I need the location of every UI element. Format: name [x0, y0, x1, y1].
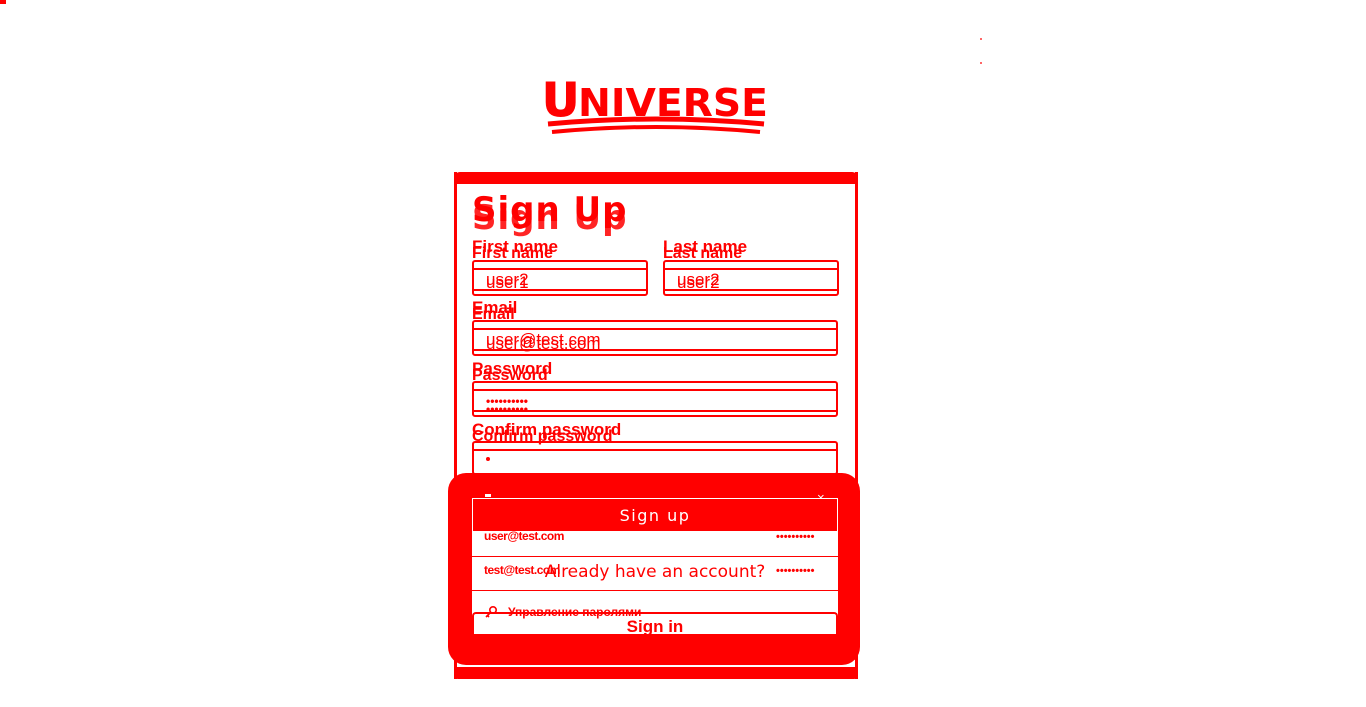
email-value-ghost: user@test.com: [486, 334, 601, 353]
password-value-ghost: ••••••••••: [486, 402, 529, 416]
confirm-password-field[interactable]: [472, 441, 838, 475]
autofill-entry-password[interactable]: ••••••••••: [776, 531, 815, 543]
divider: [472, 590, 838, 591]
field-edge: [474, 449, 836, 451]
first-name-value-ghost: user1: [486, 273, 529, 292]
field-edge: [474, 389, 836, 391]
card-bottom-border: [454, 667, 858, 679]
email-field[interactable]: user@test.com user@test.com: [472, 320, 838, 356]
logo-graphic: U NIVERSE: [542, 73, 768, 134]
autofill-entry-email[interactable]: user@test.com: [484, 529, 564, 543]
key-icon: [485, 605, 498, 618]
universe-logo: U NIVERSE: [538, 66, 774, 140]
field-edge: [474, 410, 836, 412]
svg-text:U: U: [542, 73, 579, 127]
text-cursor: [486, 457, 490, 461]
corner-artifact: [0, 0, 6, 4]
stray-tick: [980, 62, 982, 64]
manage-passwords-label: Управление паролями: [508, 605, 642, 619]
last-name-input[interactable]: user2 user2: [663, 260, 839, 296]
page-title-ghost: Sign Up: [472, 198, 628, 238]
first-name-input[interactable]: user2 user1: [472, 260, 648, 296]
manage-passwords-item[interactable]: Управление паролями: [484, 605, 641, 619]
last-name-value-ghost: user2: [677, 273, 720, 292]
card-top-border: [454, 172, 858, 184]
stray-tick: [980, 38, 982, 40]
divider: [472, 556, 838, 557]
already-have-account-text: Already have an account?: [544, 562, 766, 582]
popup-handle: [485, 494, 491, 497]
sign-up-button[interactable]: Sign up: [472, 498, 838, 532]
password-field[interactable]: •••••••••• ••••••••••: [472, 381, 838, 417]
